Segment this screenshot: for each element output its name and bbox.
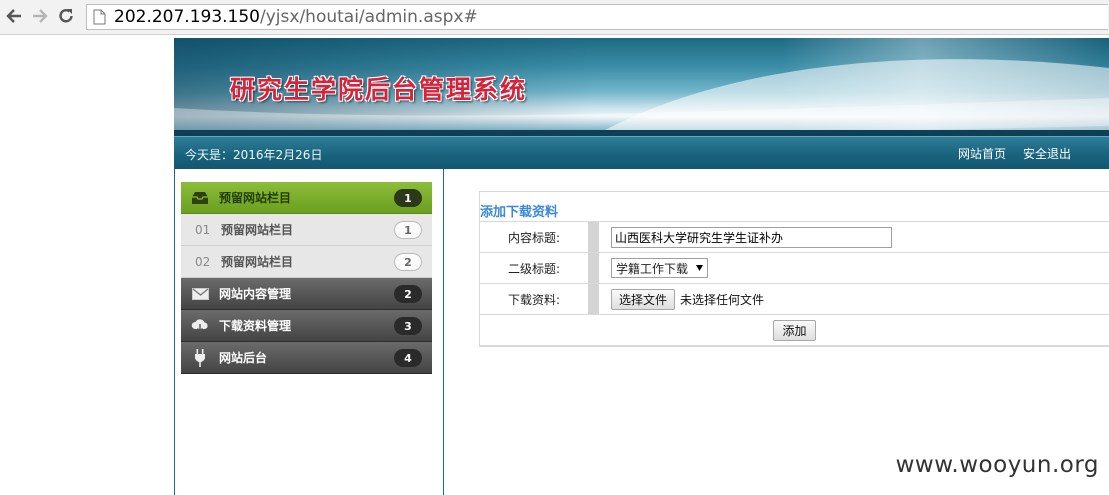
- site-banner: 研究生学院后台管理系统: [174, 38, 1109, 136]
- forward-arrow-icon: [33, 9, 48, 23]
- logout-link[interactable]: 安全退出: [1023, 145, 1071, 162]
- count-badge: 2: [394, 253, 422, 271]
- count-badge: 1: [394, 221, 422, 239]
- url-path: /yjsx/houtai/admin.aspx#: [260, 7, 478, 27]
- back-button[interactable]: [4, 6, 24, 26]
- count-badge: 1: [394, 189, 422, 207]
- browser-toolbar: 202.207.193.150/yjsx/houtai/admin.aspx#: [0, 0, 1109, 35]
- url-host: 202.207.193.150: [114, 7, 261, 27]
- content-title-input[interactable]: [611, 226, 892, 248]
- back-arrow-icon: [6, 9, 21, 23]
- sub-title-selected: 学籍工作下载: [616, 261, 689, 276]
- inbox-icon: [181, 191, 219, 205]
- current-date: 今天是：2016年2月26日: [185, 148, 323, 162]
- row-separator: [588, 284, 599, 314]
- address-url: 202.207.193.150/yjsx/houtai/admin.aspx#: [114, 7, 478, 27]
- content-title-row: 内容标题:: [480, 222, 1109, 253]
- sub-title-value-cell: 学籍工作下载: [611, 253, 709, 283]
- submit-row: 添加: [480, 315, 1109, 346]
- dropdown-arrow-icon: [696, 265, 704, 271]
- page-icon: [93, 8, 109, 26]
- top-links: 网站首页 安全退出: [958, 145, 1071, 162]
- menu-item-site-backend[interactable]: 网站后台 4: [181, 342, 432, 374]
- reload-icon: [59, 9, 73, 23]
- menu-item-content-management[interactable]: 网站内容管理 2: [181, 278, 432, 310]
- plug-icon: [181, 348, 219, 367]
- sub-title-select[interactable]: 学籍工作下载: [611, 258, 709, 278]
- submenu-number: 02: [195, 254, 211, 269]
- choose-file-button[interactable]: 选择文件: [611, 288, 676, 310]
- add-download-form: 添加下载资料 内容标题: 二级标题: 学籍工作下载 下载资料: 选择文件 未选择…: [479, 191, 1109, 347]
- envelope-icon: [181, 287, 219, 300]
- home-link[interactable]: 网站首页: [958, 145, 1006, 162]
- form-title: 添加下载资料: [480, 192, 1109, 222]
- download-file-value-cell: 选择文件 未选择任何文件: [611, 284, 764, 314]
- download-file-row: 下载资料: 选择文件 未选择任何文件: [480, 284, 1109, 315]
- forward-button[interactable]: [30, 6, 50, 26]
- sidebar-menu: 预留网站栏目 1 01 预留网站栏目 1 02 预留网站栏目 2 网站内容管理 …: [181, 182, 432, 374]
- count-badge: 4: [394, 349, 422, 367]
- sub-title-row: 二级标题: 学籍工作下载: [480, 253, 1109, 284]
- menu-item-download-management[interactable]: 下载资料管理 3: [181, 310, 432, 342]
- system-title: 研究生学院后台管理系统: [230, 75, 528, 104]
- row-separator: [588, 253, 599, 283]
- menu-item-reserved[interactable]: 预留网站栏目 1: [181, 182, 432, 214]
- count-badge: 2: [394, 285, 422, 303]
- submenu-item-02[interactable]: 02 预留网站栏目 2: [181, 246, 432, 278]
- content-title-label: 内容标题:: [507, 230, 560, 245]
- content-title-value-cell: [611, 222, 892, 252]
- info-bar: 今天是：2016年2月26日 网站首页 安全退出: [174, 136, 1109, 169]
- watermark-text: www.wooyun.org: [895, 452, 1099, 478]
- left-sidebar: 预留网站栏目 1 01 预留网站栏目 1 02 预留网站栏目 2 网站内容管理 …: [174, 169, 444, 495]
- add-button[interactable]: 添加: [773, 319, 816, 341]
- address-bar[interactable]: 202.207.193.150/yjsx/houtai/admin.aspx#: [86, 4, 1108, 30]
- cloud-download-icon: [181, 318, 219, 333]
- sub-title-label: 二级标题:: [507, 261, 560, 276]
- count-badge: 3: [394, 317, 422, 335]
- submenu-item-01[interactable]: 01 预留网站栏目 1: [181, 214, 432, 246]
- row-separator: [588, 222, 599, 252]
- submenu-number: 01: [195, 222, 211, 237]
- download-file-label: 下载资料:: [507, 292, 560, 307]
- no-file-text: 未选择任何文件: [680, 292, 765, 307]
- reload-button[interactable]: [56, 6, 76, 26]
